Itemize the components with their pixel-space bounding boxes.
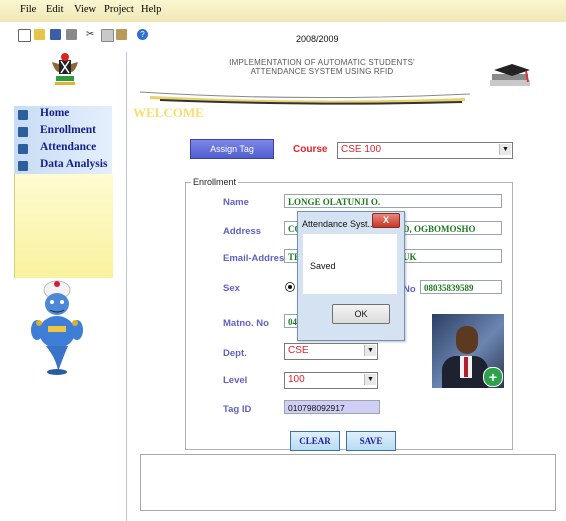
name-field[interactable]: LONGE OLATUNJI O.	[284, 194, 502, 208]
sidebar-item-label: Enrollment	[40, 124, 97, 136]
print-icon[interactable]	[66, 29, 77, 40]
chevron-down-icon[interactable]: ▼	[364, 374, 376, 385]
sex-male-radio[interactable]	[285, 282, 295, 292]
enrollment-nav-icon	[18, 127, 28, 137]
photo-tie	[464, 357, 468, 377]
data-analysis-nav-icon	[18, 161, 28, 171]
save-icon[interactable]	[50, 29, 61, 40]
level-value: 100	[288, 374, 305, 385]
chevron-down-icon[interactable]: ▼	[499, 144, 511, 155]
radio-dot	[288, 285, 292, 289]
course-label: Course	[293, 144, 328, 155]
attendance-nav-icon	[18, 144, 28, 154]
paste-icon[interactable]	[116, 29, 127, 40]
menu-file[interactable]: File	[20, 4, 36, 15]
clear-button[interactable]: CLEAR	[290, 431, 340, 451]
enrollment-legend: Enrollment	[191, 177, 239, 187]
coat-of-arms-logo	[50, 52, 80, 88]
name-label: Name	[223, 197, 249, 208]
sidebar-item-data-analysis[interactable]: Data Analysis	[14, 157, 112, 174]
sidebar-item-attendance[interactable]: Attendance	[14, 140, 112, 157]
dept-value: CSE	[288, 345, 309, 356]
welcome-text: WELCOME	[133, 105, 204, 120]
title-line-1: IMPLEMENTATION OF AUTOMATIC STUDENTS'	[229, 58, 415, 67]
sidebar-item-label: Data Analysis	[40, 158, 108, 170]
sex-label: Sex	[223, 283, 240, 294]
course-value: CSE 100	[341, 144, 382, 155]
dialog-message: Saved	[310, 261, 336, 271]
level-select[interactable]: 100 ▼	[284, 372, 378, 389]
sidebar-item-label: Attendance	[40, 141, 97, 153]
close-icon[interactable]: X	[372, 213, 400, 228]
email-label: Email-Address	[223, 253, 290, 264]
new-file-icon[interactable]	[18, 29, 31, 42]
menu-view[interactable]: View	[74, 4, 96, 15]
tagid-field[interactable]: 010798092917	[284, 400, 380, 414]
matno-label: Matno. No	[223, 318, 269, 329]
home-nav-icon	[18, 110, 28, 120]
help-icon[interactable]: ?	[137, 29, 148, 40]
menu-bar: File Edit View Project Help	[0, 0, 566, 23]
menu-edit[interactable]: Edit	[46, 4, 64, 15]
graduation-cap-image	[486, 60, 534, 95]
sidebar-item-label: Home	[40, 107, 70, 119]
dept-label: Dept.	[223, 348, 247, 359]
add-photo-icon[interactable]: +	[483, 367, 503, 387]
email-value-end: UK	[403, 252, 417, 262]
sidebar-panel	[14, 174, 113, 278]
address-value-end: D, OGBOMOSHO	[403, 224, 476, 234]
course-select[interactable]: CSE 100 ▼	[337, 142, 513, 159]
photo-face	[456, 326, 478, 354]
ok-button[interactable]: OK	[332, 304, 390, 324]
title-line-2: ATTENDANCE SYSTEM USING RFID	[250, 67, 394, 76]
cut-icon[interactable]: ✂	[86, 29, 97, 40]
copy-icon[interactable]	[101, 29, 114, 42]
genie-mascot-image	[28, 280, 86, 381]
save-button[interactable]: SAVE	[346, 431, 396, 451]
status-panel	[140, 454, 556, 511]
toolbar: ✂ ? 2008/2009	[0, 22, 566, 53]
assign-tag-button[interactable]: Assign Tag	[190, 139, 274, 159]
sidebar-item-enrollment[interactable]: Enrollment	[14, 123, 112, 140]
open-folder-icon[interactable]	[34, 29, 45, 40]
phone-field[interactable]: 08035839589	[420, 280, 502, 294]
level-label: Level	[223, 375, 248, 386]
menu-help[interactable]: Help	[141, 4, 161, 15]
dialog-title: Attendance Syst...	[302, 219, 376, 229]
chevron-down-icon[interactable]: ▼	[364, 345, 376, 356]
dept-select[interactable]: CSE ▼	[284, 343, 378, 360]
address-label: Address	[223, 226, 262, 237]
session-year: 2008/2009	[296, 34, 339, 44]
sidebar-item-home[interactable]: Home	[14, 106, 112, 123]
tagid-label: Tag ID	[223, 404, 252, 415]
menu-project[interactable]: Project	[104, 4, 134, 15]
page-title: IMPLEMENTATION OF AUTOMATIC STUDENTS' AT…	[207, 58, 437, 76]
